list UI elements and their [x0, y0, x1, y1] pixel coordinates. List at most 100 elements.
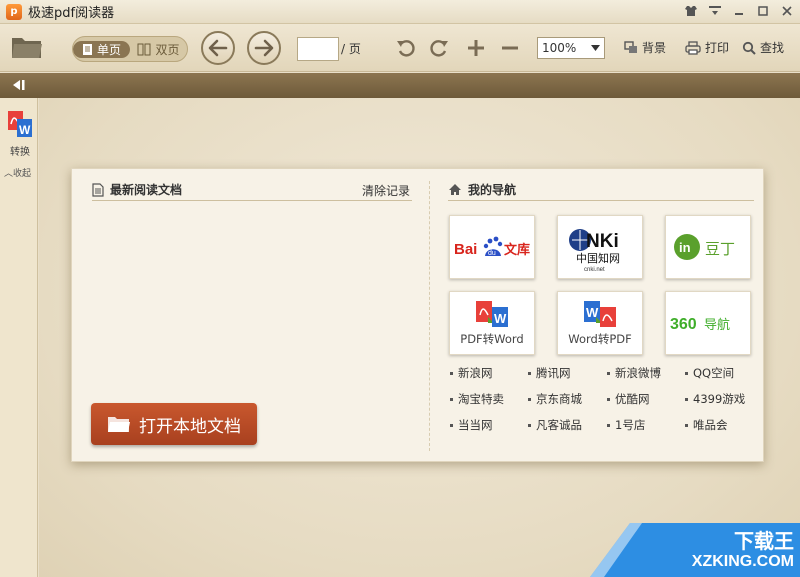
folder-icon	[12, 38, 42, 58]
toolbar: 单页 双页 / 页 100% 背景 打印 查找	[0, 24, 800, 72]
docin-logo: in 豆丁	[674, 234, 735, 260]
rotate-right-button[interactable]	[428, 37, 450, 59]
next-page-button[interactable]	[247, 31, 281, 65]
watermark: 下载王 XZKING.COM	[590, 523, 800, 577]
svg-text:360: 360	[670, 316, 697, 333]
link-vip[interactable]: 唯品会	[685, 417, 728, 433]
home-icon	[449, 184, 461, 195]
sidebar-strip	[0, 73, 800, 98]
panel-divider	[429, 181, 430, 451]
plus-icon	[468, 40, 484, 56]
search-icon	[742, 41, 756, 55]
svg-text:W: W	[494, 311, 507, 326]
arrow-left-icon	[208, 39, 228, 57]
convert-label: 转换	[10, 147, 30, 158]
zoom-out-button[interactable]	[499, 37, 521, 59]
title-bar: p 极速pdf阅读器	[0, 0, 800, 24]
tile-360-navigation[interactable]: 360 导航	[665, 291, 751, 355]
link-4399[interactable]: 4399游戏	[685, 391, 745, 407]
print-button[interactable]: 打印	[685, 39, 729, 56]
search-button[interactable]: 查找	[742, 39, 784, 56]
folder-icon	[108, 417, 130, 432]
link-weibo[interactable]: 新浪微博	[607, 365, 661, 381]
rotate-left-button[interactable]	[395, 37, 417, 59]
convert-button[interactable]: W 转换	[6, 110, 34, 158]
zoom-level-value: 100%	[542, 41, 577, 55]
fold-sidebar-button[interactable]: ︿收起	[4, 166, 31, 179]
cnki-logo: NKi 中国知网 cnki.net	[569, 229, 620, 273]
minimize-icon[interactable]	[728, 2, 750, 20]
open-local-document-button[interactable]: 打开本地文档	[91, 403, 257, 445]
search-label: 查找	[760, 41, 785, 55]
svg-text:cnki.net: cnki.net	[584, 267, 605, 273]
svg-text:豆丁: 豆丁	[705, 240, 735, 258]
chevron-down-icon	[591, 45, 600, 51]
collapse-sidebar-button[interactable]	[10, 78, 26, 95]
recent-documents-header: 最新阅读文档 清除记录	[92, 179, 412, 201]
app-logo-icon: p	[6, 3, 22, 20]
clear-history-link[interactable]: 清除记录	[362, 182, 410, 199]
svg-text:文库: 文库	[504, 242, 530, 258]
svg-text:中国知网: 中国知网	[576, 251, 620, 265]
document-icon	[92, 182, 104, 197]
baidu-wenku-logo: Bai du 文库	[454, 236, 530, 258]
tile-word-to-pdf-caption: Word转PDF	[568, 332, 632, 346]
rotate-left-icon	[397, 40, 415, 57]
background-icon	[624, 41, 637, 53]
zoom-in-button[interactable]	[465, 37, 487, 59]
double-page-label: 双页	[155, 42, 180, 57]
zoom-level-select[interactable]: 100%	[537, 37, 605, 59]
tile-pdf-to-word-caption: PDF转Word	[460, 332, 524, 346]
watermark-url: XZKING.COM	[691, 553, 794, 570]
open-local-document-label: 打开本地文档	[139, 416, 241, 437]
svg-text:W: W	[19, 123, 31, 137]
printer-icon	[685, 40, 701, 55]
svg-text:NKi: NKi	[586, 231, 619, 252]
window-controls	[680, 2, 798, 20]
link-taobao[interactable]: 淘宝特卖	[450, 391, 504, 407]
watermark-title: 下载王	[734, 529, 794, 553]
previous-page-button[interactable]	[201, 31, 235, 65]
link-tencent[interactable]: 腾讯网	[528, 365, 571, 381]
tile-pdf-to-word[interactable]: W PDF转Word	[449, 291, 535, 355]
print-label: 打印	[705, 41, 730, 55]
link-dangdang[interactable]: 当当网	[450, 417, 493, 433]
360-navigation-logo: 360 导航	[670, 316, 730, 333]
svg-text:导航: 导航	[704, 317, 730, 333]
open-folder-button[interactable]	[10, 32, 44, 62]
menu-icon[interactable]	[704, 2, 726, 20]
maximize-icon[interactable]	[752, 2, 774, 20]
pdf-to-word-icon: W	[476, 301, 508, 327]
single-page-icon	[82, 43, 92, 55]
link-yhd[interactable]: 1号店	[607, 417, 645, 433]
word-to-pdf-icon: W	[584, 301, 616, 327]
view-mode-toggle: 单页 双页	[72, 36, 188, 62]
link-qzone[interactable]: QQ空间	[685, 365, 734, 381]
link-sina[interactable]: 新浪网	[450, 365, 493, 381]
svg-text:W: W	[586, 305, 599, 320]
svg-text:in: in	[679, 240, 691, 255]
tile-word-to-pdf[interactable]: W Word转PDF	[557, 291, 643, 355]
arrow-right-icon	[254, 39, 274, 57]
page-number-input[interactable]	[297, 37, 339, 61]
skin-icon[interactable]	[680, 2, 702, 20]
collapse-left-icon	[13, 80, 25, 90]
my-navigation-title: 我的导航	[468, 183, 517, 197]
link-vancl[interactable]: 凡客诚品	[528, 417, 582, 433]
app-title: 极速pdf阅读器	[28, 6, 115, 21]
background-label: 背景	[642, 41, 667, 55]
close-icon[interactable]	[776, 2, 798, 20]
double-page-button[interactable]: 双页	[130, 41, 187, 58]
background-button[interactable]: 背景	[624, 39, 666, 56]
tile-docin[interactable]: in 豆丁	[665, 215, 751, 279]
single-page-button[interactable]: 单页	[73, 40, 130, 58]
svg-text:Bai: Bai	[454, 241, 477, 258]
tile-baidu-wenku[interactable]: Bai du 文库	[449, 215, 535, 279]
link-youku[interactable]: 优酷网	[607, 391, 650, 407]
tile-cnki[interactable]: NKi 中国知网 cnki.net	[557, 215, 643, 279]
pdf-to-word-icon: W	[8, 111, 32, 137]
minus-icon	[502, 46, 518, 50]
my-navigation-header: 我的导航	[448, 179, 754, 201]
page-suffix-label: / 页	[341, 42, 361, 56]
link-jd[interactable]: 京东商城	[528, 391, 582, 407]
